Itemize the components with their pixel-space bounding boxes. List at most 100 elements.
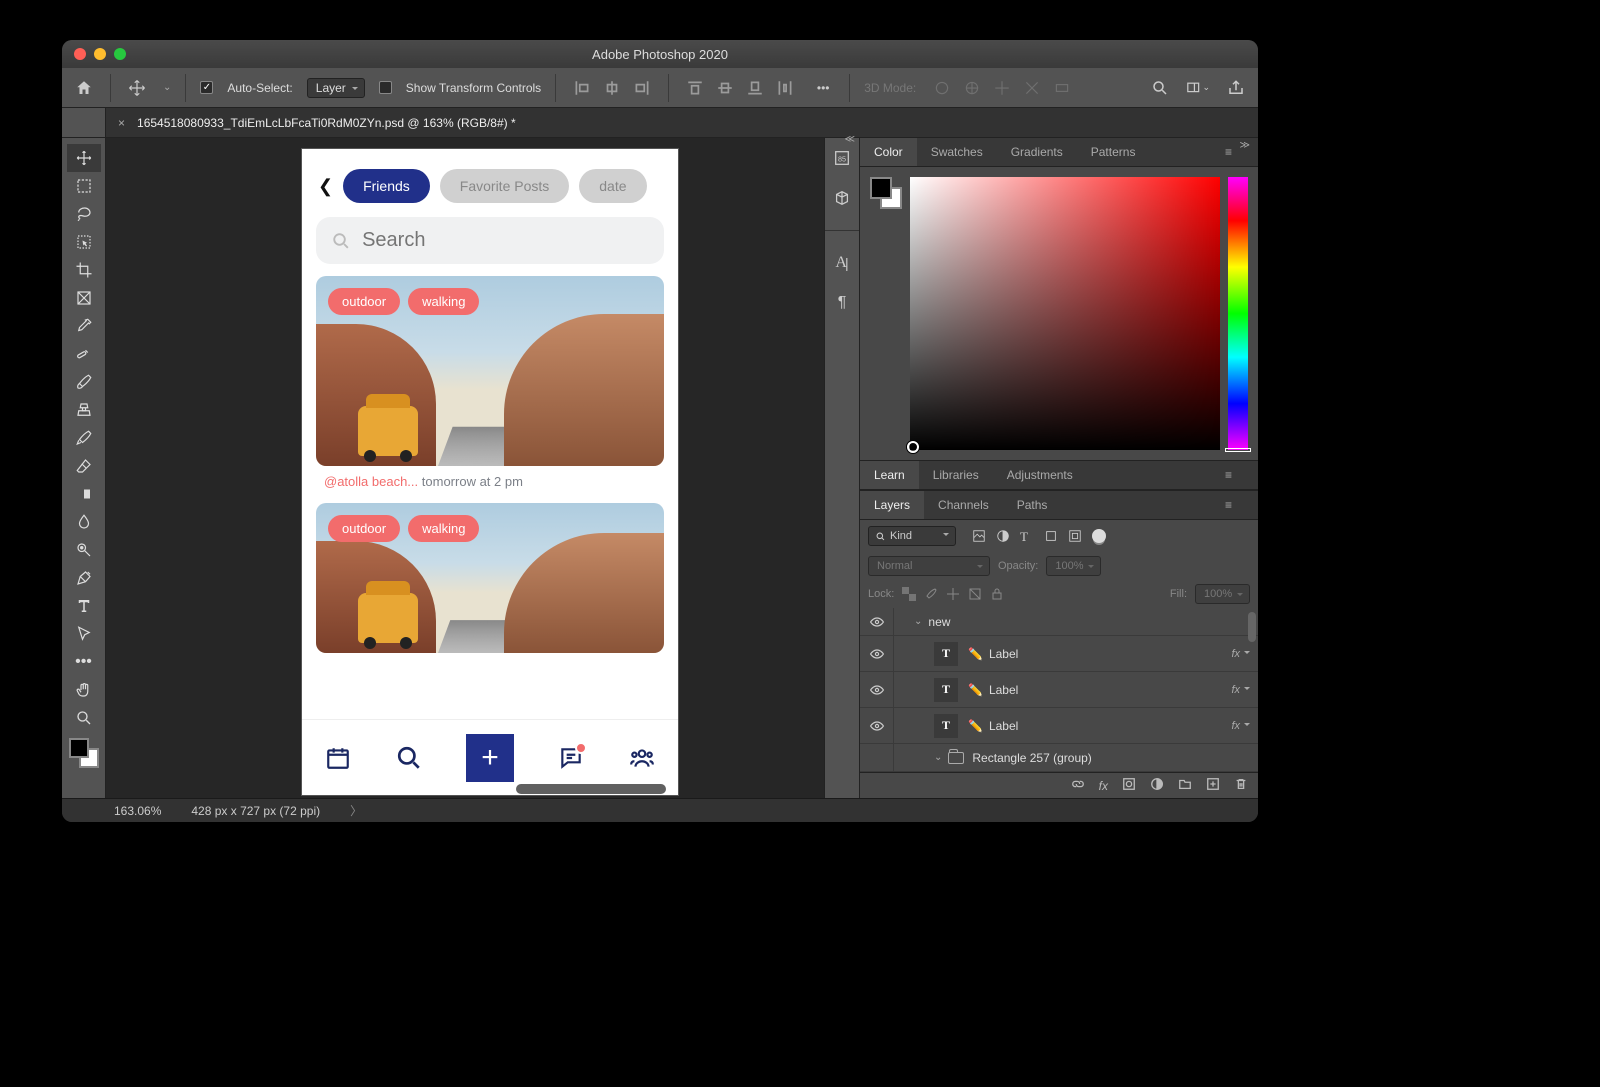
delete-layer-icon[interactable]	[1234, 777, 1248, 794]
tab-adjustments[interactable]: Adjustments	[993, 461, 1087, 489]
edit-toolbar[interactable]: •••	[67, 648, 101, 676]
layer-style-icon[interactable]: fx	[1099, 779, 1108, 793]
tab-paths[interactable]: Paths	[1003, 491, 1062, 519]
traffic-light-close[interactable]	[74, 48, 86, 60]
hue-cursor[interactable]	[1225, 448, 1251, 452]
foreground-color-swatch[interactable]	[69, 738, 89, 758]
filter-type-icon[interactable]: T	[1020, 529, 1034, 543]
home-button[interactable]	[72, 76, 96, 100]
align-bottom-icon[interactable]	[743, 76, 767, 100]
object-selection-tool[interactable]	[67, 228, 101, 256]
move-tool[interactable]	[67, 144, 101, 172]
horizontal-scrollbar[interactable]	[516, 784, 666, 794]
lasso-tool[interactable]	[67, 200, 101, 228]
workspace-switcher-icon[interactable]: ⌄	[1186, 76, 1210, 100]
brush-tool[interactable]	[67, 368, 101, 396]
panel-icon-3d[interactable]	[830, 186, 854, 210]
close-tab-icon[interactable]: ×	[118, 116, 125, 130]
gradient-tool[interactable]	[67, 480, 101, 508]
traffic-light-zoom[interactable]	[114, 48, 126, 60]
share-icon[interactable]	[1224, 76, 1248, 100]
color-swatches[interactable]	[69, 738, 99, 768]
lock-position-icon[interactable]	[946, 587, 960, 601]
marquee-tool[interactable]	[67, 172, 101, 200]
lock-artboard-icon[interactable]	[968, 587, 982, 601]
color-field[interactable]	[910, 177, 1220, 450]
lock-all-icon[interactable]	[990, 587, 1004, 601]
tab-gradients[interactable]: Gradients	[997, 138, 1077, 166]
show-transform-checkbox[interactable]	[379, 81, 392, 94]
document-tab[interactable]: × 1654518080933_TdiEmLcLbFcaTi0RdM0ZYn.p…	[106, 108, 528, 137]
type-tool[interactable]	[67, 592, 101, 620]
layer-group-row[interactable]: ⌄ new	[860, 608, 1258, 636]
zoom-tool[interactable]	[67, 704, 101, 732]
disclosure-triangle[interactable]: ⌄	[914, 616, 922, 627]
tab-layers[interactable]: Layers	[860, 491, 924, 519]
pen-tool[interactable]	[67, 564, 101, 592]
tab-patterns[interactable]: Patterns	[1077, 138, 1150, 166]
canvas-area[interactable]: ❮ Friends Favorite Posts date outdoor wa	[106, 138, 824, 798]
search-icon[interactable]	[1148, 76, 1172, 100]
disclosure-triangle[interactable]: ⌄	[934, 752, 942, 763]
paragraph-panel-icon[interactable]: ¶	[830, 291, 854, 315]
layer-row[interactable]: T ✏️ Label fx	[860, 708, 1258, 744]
crop-tool[interactable]	[67, 256, 101, 284]
opacity-input[interactable]: 100%	[1046, 556, 1101, 576]
color-cursor[interactable]	[907, 441, 919, 453]
layer-filter-kind-dropdown[interactable]: Kind	[868, 526, 956, 546]
distribute-h-icon[interactable]	[773, 76, 797, 100]
zoom-level[interactable]: 163.06%	[114, 804, 161, 818]
filter-pixel-icon[interactable]	[972, 529, 986, 543]
frame-tool[interactable]	[67, 284, 101, 312]
visibility-toggle[interactable]	[860, 636, 894, 671]
align-v-center-icon[interactable]	[713, 76, 737, 100]
blur-tool[interactable]	[67, 508, 101, 536]
healing-brush-tool[interactable]	[67, 340, 101, 368]
blend-mode-dropdown[interactable]: Normal	[868, 556, 990, 576]
visibility-toggle[interactable]	[860, 608, 894, 635]
expand-dock-icon[interactable]: ≪	[845, 134, 855, 145]
filter-adjustment-icon[interactable]	[996, 529, 1010, 543]
doc-info[interactable]: 428 px x 727 px (72 ppi)	[191, 804, 320, 818]
tab-swatches[interactable]: Swatches	[917, 138, 997, 166]
align-right-icon[interactable]	[630, 76, 654, 100]
align-h-center-icon[interactable]	[600, 76, 624, 100]
filter-shape-icon[interactable]	[1044, 529, 1058, 543]
align-top-icon[interactable]	[683, 76, 707, 100]
hue-slider[interactable]	[1228, 177, 1248, 450]
filter-toggle-switch[interactable]	[1092, 529, 1106, 543]
new-group-icon[interactable]	[1178, 777, 1192, 794]
fx-indicator[interactable]: fx	[1231, 684, 1250, 696]
visibility-toggle[interactable]	[860, 708, 894, 743]
filter-smart-icon[interactable]	[1068, 529, 1082, 543]
auto-select-checkbox[interactable]	[200, 81, 213, 94]
lock-pixels-icon[interactable]	[924, 587, 938, 601]
tab-learn[interactable]: Learn	[860, 461, 919, 489]
document-canvas[interactable]: ❮ Friends Favorite Posts date outdoor wa	[301, 148, 679, 796]
lock-transparency-icon[interactable]	[902, 587, 916, 601]
new-layer-icon[interactable]	[1206, 777, 1220, 794]
adjustment-layer-icon[interactable]	[1150, 777, 1164, 794]
traffic-light-minimize[interactable]	[94, 48, 106, 60]
history-brush-tool[interactable]	[67, 424, 101, 452]
align-left-icon[interactable]	[570, 76, 594, 100]
auto-select-target-dropdown[interactable]: Layer	[307, 78, 365, 98]
character-panel-icon[interactable]: A|	[830, 251, 854, 275]
eyedropper-tool[interactable]	[67, 312, 101, 340]
clone-stamp-tool[interactable]	[67, 396, 101, 424]
link-layers-icon[interactable]	[1071, 777, 1085, 794]
panel-menu-icon[interactable]: ≡	[1225, 498, 1238, 512]
panel-icon-85[interactable]: 85	[830, 146, 854, 170]
fill-input[interactable]: 100%	[1195, 584, 1250, 604]
move-tool-icon[interactable]	[125, 76, 149, 100]
dodge-tool[interactable]	[67, 536, 101, 564]
eraser-tool[interactable]	[67, 452, 101, 480]
layer-row[interactable]: T ✏️ Label fx	[860, 636, 1258, 672]
path-selection-tool[interactable]	[67, 620, 101, 648]
tab-libraries[interactable]: Libraries	[919, 461, 993, 489]
visibility-toggle[interactable]	[860, 672, 894, 707]
tab-channels[interactable]: Channels	[924, 491, 1003, 519]
tab-color[interactable]: Color	[860, 138, 917, 166]
fg-bg-swatches[interactable]	[870, 177, 902, 209]
layer-group-row[interactable]: ⌄ Rectangle 257 (group)	[860, 744, 1258, 772]
